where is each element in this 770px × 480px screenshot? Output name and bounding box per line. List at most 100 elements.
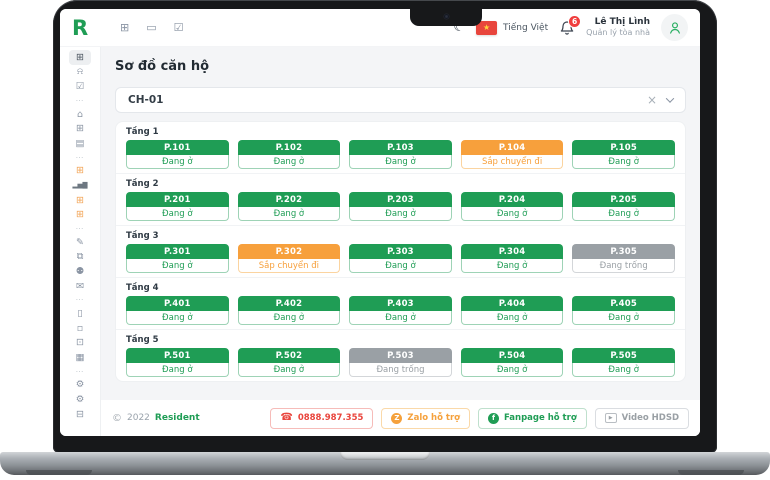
- room-card-p-501[interactable]: P.501Đang ở: [126, 348, 229, 377]
- tasks-check-icon[interactable]: ☑: [174, 21, 184, 34]
- room-card-p-205[interactable]: P.205Đang ở: [572, 192, 675, 221]
- sidebar-item-contracts-pen[interactable]: ✎: [69, 235, 91, 250]
- room-number: P.103: [349, 140, 452, 155]
- sidebar: ⊞⍾☑⋯⌂⊞▤⋯⊞▂▅▇⊞⊞⋯✎⧉⚉✉⋯▯▫⊡▦⋯⚙⚙⊟: [60, 47, 100, 436]
- home-icon: ⌂: [77, 109, 83, 120]
- sidebar-item-settings[interactable]: ⚙: [69, 378, 91, 393]
- room-card-p-402[interactable]: P.402Đang ở: [238, 296, 341, 325]
- sidebar-item-display[interactable]: ⊟: [69, 407, 91, 422]
- sidebar-item-invoices[interactable]: ⊞: [69, 193, 91, 208]
- room-card-p-403[interactable]: P.403Đang ở: [349, 296, 452, 325]
- fanpage-support-button[interactable]: fFanpage hỗ trợ: [478, 408, 587, 429]
- room-card-p-203[interactable]: P.203Đang ở: [349, 192, 452, 221]
- floor-section: Tầng 3P.301Đang ởP.302Sắp chuyển điP.303…: [116, 225, 685, 277]
- footer-buttons: ☎0888.987.355 ZZalo hỗ trợ fFanpage hỗ trợ…: [270, 408, 689, 429]
- notification-badge: 6: [568, 15, 581, 28]
- sidebar-item-notifications[interactable]: ⍾: [69, 65, 91, 80]
- edit-forms-icon: ⧉: [77, 251, 84, 262]
- apartment-select[interactable]: CH-01 ×: [115, 87, 686, 113]
- room-card-p-105[interactable]: P.105Đang ở: [572, 140, 675, 169]
- room-card-p-502[interactable]: P.502Đang ở: [238, 348, 341, 377]
- phone-support-button[interactable]: ☎0888.987.355: [270, 408, 373, 429]
- room-number: P.101: [126, 140, 229, 155]
- floors-card: Tầng 1P.101Đang ởP.102Đang ởP.103Đang ởP…: [115, 121, 686, 382]
- notifications-icon: ⍾: [77, 66, 83, 77]
- sidebar-item-reports-chart[interactable]: ▂▅▇: [69, 178, 91, 193]
- apps-grid-icon[interactable]: ⊞: [120, 21, 129, 34]
- cards-icon: ▤: [76, 138, 85, 149]
- laptop-notch: [410, 9, 482, 26]
- room-card-p-303[interactable]: P.303Đang ở: [349, 244, 452, 273]
- header-nav-icons: ⊞ ▭ ☑: [120, 21, 184, 34]
- room-status: Sắp chuyển đi: [461, 155, 564, 169]
- room-status: Đang ở: [238, 207, 341, 221]
- sidebar-item-calendar[interactable]: ▦: [69, 350, 91, 365]
- room-card-p-503[interactable]: P.503Đang trống: [349, 348, 452, 377]
- devices-icon: ▯: [77, 308, 82, 319]
- floor-section: Tầng 2P.201Đang ởP.202Đang ởP.203Đang ởP…: [116, 173, 685, 225]
- phone-icon: ☎: [280, 413, 292, 423]
- room-card-p-505[interactable]: P.505Đang ở: [572, 348, 675, 377]
- sidebar-item-preferences[interactable]: ⚙: [69, 392, 91, 407]
- room-card-p-302[interactable]: P.302Sắp chuyển đi: [238, 244, 341, 273]
- sidebar-item-meters[interactable]: ⊞: [69, 207, 91, 222]
- sidebar-item-documents[interactable]: ▫: [69, 321, 91, 336]
- room-card-p-305[interactable]: P.305Đang trống: [572, 244, 675, 273]
- sidebar-item-edit-forms[interactable]: ⧉: [69, 250, 91, 265]
- user-name: Lê Thị Lình: [586, 17, 650, 28]
- zalo-support-button[interactable]: ZZalo hỗ trợ: [381, 408, 470, 429]
- room-card-p-204[interactable]: P.204Đang ở: [461, 192, 564, 221]
- room-card-p-405[interactable]: P.405Đang ở: [572, 296, 675, 325]
- sidebar-item-residents[interactable]: ⚉: [69, 264, 91, 279]
- room-number: P.102: [238, 140, 341, 155]
- room-card-p-104[interactable]: P.104Sắp chuyển đi: [461, 140, 564, 169]
- room-number: P.503: [349, 348, 452, 363]
- sidebar-item-apartments[interactable]: ⊞: [69, 121, 91, 136]
- page-title: Sơ đồ căn hộ: [115, 59, 686, 75]
- messages-icon: ✉: [76, 281, 84, 292]
- room-number: P.505: [572, 348, 675, 363]
- room-status: Đang ở: [572, 311, 675, 325]
- room-number: P.502: [238, 348, 341, 363]
- room-card-p-404[interactable]: P.404Đang ở: [461, 296, 564, 325]
- room-status: Đang ở: [349, 259, 452, 273]
- language-switcher[interactable]: ★ Tiếng Việt: [476, 21, 548, 35]
- room-card-p-301[interactable]: P.301Đang ở: [126, 244, 229, 273]
- main-content: Sơ đồ căn hộ CH-01 × Tầng 1P.101Đang ởP.…: [100, 47, 700, 436]
- room-card-p-102[interactable]: P.102Đang ở: [238, 140, 341, 169]
- room-status: Đang ở: [349, 207, 452, 221]
- floor-section: Tầng 1P.101Đang ởP.102Đang ởP.103Đang ởP…: [116, 122, 685, 173]
- room-card-p-101[interactable]: P.101Đang ở: [126, 140, 229, 169]
- room-status: Đang ở: [461, 363, 564, 377]
- room-card-p-103[interactable]: P.103Đang ở: [349, 140, 452, 169]
- clear-icon[interactable]: ×: [647, 94, 657, 106]
- sidebar-item-devices[interactable]: ▯: [69, 306, 91, 321]
- room-status: Đang ở: [572, 155, 675, 169]
- sidebar-item-cards[interactable]: ▤: [69, 136, 91, 151]
- room-card-p-201[interactable]: P.201Đang ở: [126, 192, 229, 221]
- brand-link[interactable]: Resident: [155, 413, 200, 423]
- room-status: Đang ở: [349, 155, 452, 169]
- room-card-p-202[interactable]: P.202Đang ở: [238, 192, 341, 221]
- sidebar-item-home[interactable]: ⌂: [69, 107, 91, 122]
- room-number: P.302: [238, 244, 341, 259]
- sidebar-item-messages[interactable]: ✉: [69, 279, 91, 294]
- room-number: P.504: [461, 348, 564, 363]
- user-role: Quản lý tòa nhà: [586, 28, 650, 38]
- avatar[interactable]: [661, 14, 688, 41]
- room-card-p-504[interactable]: P.504Đang ở: [461, 348, 564, 377]
- header-right-group: ☾ ★ Tiếng Việt 6 Lê Thị Lình Quản lý tòa…: [453, 14, 688, 41]
- room-card-p-401[interactable]: P.401Đang ở: [126, 296, 229, 325]
- notifications-button[interactable]: 6: [559, 20, 575, 36]
- sidebar-item-dashboard[interactable]: ⊞: [69, 50, 91, 65]
- user-info[interactable]: Lê Thị Lình Quản lý tòa nhà: [586, 17, 650, 38]
- chevron-down-icon[interactable]: [666, 94, 674, 102]
- room-card-p-304[interactable]: P.304Đang ở: [461, 244, 564, 273]
- sidebar-item-services[interactable]: ⊞: [69, 164, 91, 179]
- monitor-icon[interactable]: ▭: [146, 21, 156, 34]
- apartment-select-value: CH-01: [128, 94, 637, 106]
- video-support-button[interactable]: ▶Video HDSD: [595, 408, 689, 429]
- room-status: Đang ở: [572, 363, 675, 377]
- sidebar-item-media[interactable]: ⊡: [69, 336, 91, 351]
- sidebar-item-approvals[interactable]: ☑: [69, 79, 91, 94]
